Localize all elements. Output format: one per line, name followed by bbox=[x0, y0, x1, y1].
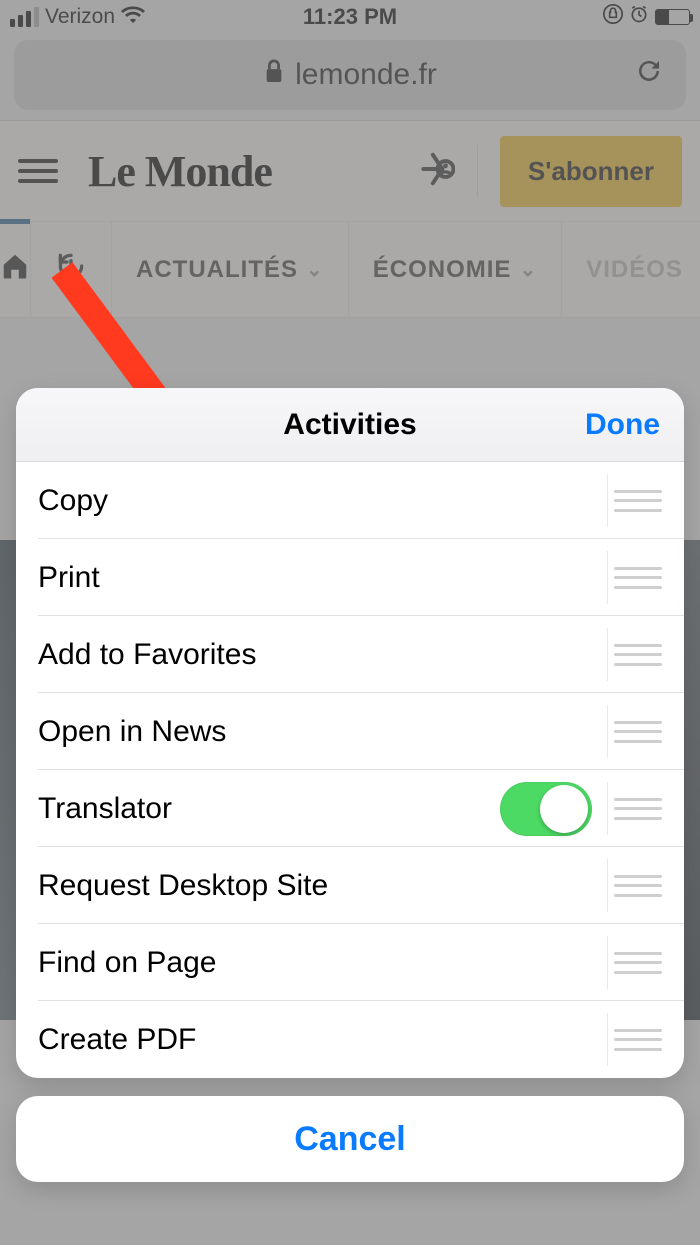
activity-label: Add to Favorites bbox=[38, 638, 604, 672]
drag-handle-icon[interactable] bbox=[614, 1029, 662, 1051]
activities-list: Copy Print Add to Favorites Open in News bbox=[16, 462, 684, 1078]
activity-label: Create PDF bbox=[38, 1023, 604, 1057]
activity-label: Open in News bbox=[38, 715, 604, 749]
activity-label: Print bbox=[38, 561, 604, 595]
activity-row-news[interactable]: Open in News bbox=[16, 693, 684, 770]
activity-row-pdf[interactable]: Create PDF bbox=[16, 1001, 684, 1078]
panel-title: Activities bbox=[283, 408, 416, 442]
activity-label: Translator bbox=[38, 792, 500, 826]
drag-handle-icon[interactable] bbox=[614, 644, 662, 666]
drag-handle-icon[interactable] bbox=[614, 875, 662, 897]
activities-panel: Activities Done Copy Print Add to Favori… bbox=[16, 388, 684, 1078]
activity-row-desktop[interactable]: Request Desktop Site bbox=[16, 847, 684, 924]
drag-handle-icon[interactable] bbox=[614, 952, 662, 974]
cancel-button[interactable]: Cancel bbox=[16, 1096, 684, 1182]
action-sheet: Activities Done Copy Print Add to Favori… bbox=[16, 388, 684, 1227]
activity-label: Find on Page bbox=[38, 946, 604, 980]
activity-row-find[interactable]: Find on Page bbox=[16, 924, 684, 1001]
drag-handle-icon[interactable] bbox=[614, 490, 662, 512]
activity-label: Copy bbox=[38, 484, 604, 518]
activity-label: Request Desktop Site bbox=[38, 869, 604, 903]
drag-handle-icon[interactable] bbox=[614, 721, 662, 743]
activity-row-copy[interactable]: Copy bbox=[16, 462, 684, 539]
translator-toggle[interactable] bbox=[500, 782, 592, 836]
drag-handle-icon[interactable] bbox=[614, 798, 662, 820]
activity-row-print[interactable]: Print bbox=[16, 539, 684, 616]
activity-row-translator[interactable]: Translator bbox=[16, 770, 684, 847]
done-button[interactable]: Done bbox=[585, 408, 660, 442]
activity-row-favorites[interactable]: Add to Favorites bbox=[16, 616, 684, 693]
drag-handle-icon[interactable] bbox=[614, 567, 662, 589]
panel-header: Activities Done bbox=[16, 388, 684, 462]
